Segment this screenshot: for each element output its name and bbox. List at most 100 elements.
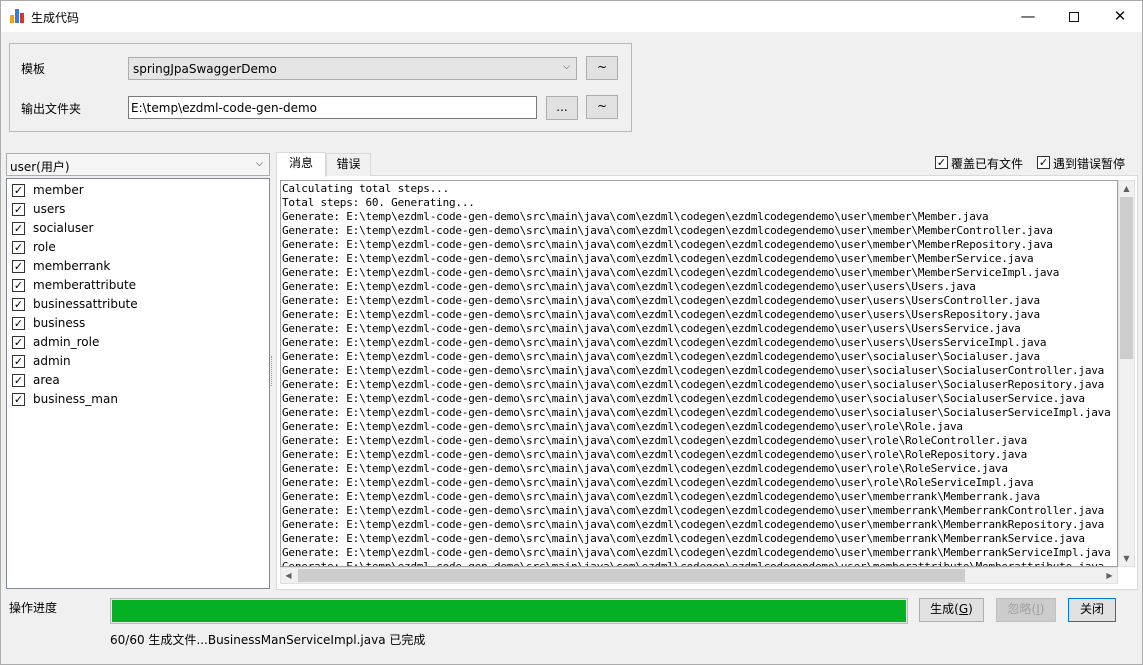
- title-bar: 生成代码 — ✕: [1, 1, 1142, 32]
- log-line: Generate: E:\temp\ezdml-code-gen-demo\sr…: [282, 504, 1105, 517]
- entity-label: admin: [33, 354, 71, 368]
- log-line: Generate: E:\temp\ezdml-code-gen-demo\sr…: [282, 448, 1028, 461]
- model-select-value: user(用户): [10, 160, 70, 174]
- checkbox-icon[interactable]: ✓: [12, 241, 25, 254]
- log-line: Generate: E:\temp\ezdml-code-gen-demo\sr…: [282, 462, 1008, 475]
- log-line: Generate: E:\temp\ezdml-code-gen-demo\sr…: [282, 420, 963, 433]
- template-select-value: springJpaSwaggerDemo: [133, 62, 277, 76]
- output-folder-input[interactable]: E:\temp\ezdml-code-gen-demo: [128, 96, 537, 119]
- checkbox-icon[interactable]: ✓: [12, 298, 25, 311]
- generate-label: 生成: [930, 602, 955, 616]
- message-log[interactable]: Calculating total steps... Total steps: 6…: [280, 180, 1118, 567]
- checkbox-icon: ✓: [1037, 156, 1050, 169]
- scroll-up-icon[interactable]: ▲: [1119, 181, 1134, 196]
- entity-label: role: [33, 240, 56, 254]
- browse-folder-button[interactable]: ...: [546, 96, 578, 120]
- entity-label: area: [33, 373, 60, 387]
- log-line: Generate: E:\temp\ezdml-code-gen-demo\sr…: [282, 322, 1021, 335]
- log-line: Generate: E:\temp\ezdml-code-gen-demo\sr…: [282, 392, 1085, 405]
- app-icon: [10, 9, 24, 23]
- maximize-button[interactable]: [1051, 1, 1097, 32]
- log-line: Generate: E:\temp\ezdml-code-gen-demo\sr…: [282, 476, 1034, 489]
- log-line: Generate: E:\temp\ezdml-code-gen-demo\sr…: [282, 210, 989, 223]
- checkbox-icon[interactable]: ✓: [12, 222, 25, 235]
- overwrite-label: 覆盖已有文件: [951, 157, 1024, 171]
- log-line: Generate: E:\temp\ezdml-code-gen-demo\sr…: [282, 294, 1040, 307]
- entity-label: business: [33, 316, 86, 330]
- log-line: Generate: E:\temp\ezdml-code-gen-demo\sr…: [282, 378, 1105, 391]
- log-line: Generate: E:\temp\ezdml-code-gen-demo\sr…: [282, 224, 1053, 237]
- window-title: 生成代码: [31, 11, 80, 25]
- progress-status: 60/60 生成文件...BusinessManServiceImpl.java…: [110, 633, 426, 647]
- close-window-button[interactable]: ✕: [1097, 1, 1142, 32]
- entity-label: member: [33, 183, 84, 197]
- entity-label: businessattribute: [33, 297, 138, 311]
- panel-splitter[interactable]: [271, 356, 274, 386]
- close-button[interactable]: 关闭: [1068, 598, 1116, 622]
- maximize-icon: [1069, 11, 1079, 22]
- entity-label: users: [33, 202, 66, 216]
- entity-label: memberrank: [33, 259, 111, 273]
- output-menu-button[interactable]: ~: [586, 95, 618, 119]
- log-line: Generate: E:\temp\ezdml-code-gen-demo\sr…: [282, 252, 1034, 265]
- log-line: Generate: E:\temp\ezdml-code-gen-demo\sr…: [282, 490, 1040, 503]
- scroll-right-icon[interactable]: ▶: [1102, 568, 1117, 583]
- entity-panel: user(用户) ⌵ ✓ member ✓ users ✓ socialuser ✓ role…: [6, 153, 270, 589]
- scroll-down-icon[interactable]: ▼: [1119, 551, 1134, 566]
- progress-label: 操作进度: [9, 601, 58, 615]
- close-icon: ✕: [1113, 7, 1127, 25]
- checkbox-icon[interactable]: ✓: [12, 317, 25, 330]
- template-menu-button[interactable]: ~: [586, 56, 618, 80]
- template-label: 模板: [21, 62, 46, 76]
- progress-bar: [110, 598, 908, 624]
- log-line: Generate: E:\temp\ezdml-code-gen-demo\sr…: [282, 280, 976, 293]
- tab-errors[interactable]: 错误: [326, 153, 371, 176]
- ignore-button[interactable]: 忽略(I): [996, 598, 1056, 622]
- ignore-label: 忽略: [1007, 602, 1032, 616]
- pause-on-error-label: 遇到错误暂停: [1053, 157, 1126, 171]
- generate-shortcut: G: [958, 602, 969, 616]
- minimize-icon: —: [1020, 7, 1036, 25]
- checkbox-icon[interactable]: ✓: [12, 393, 25, 406]
- scroll-left-icon[interactable]: ◀: [281, 568, 296, 583]
- entity-label: admin_role: [33, 335, 100, 349]
- entity-label: business_man: [33, 392, 118, 406]
- tab-messages[interactable]: 消息: [276, 152, 326, 177]
- vertical-scroll-thumb[interactable]: [1120, 197, 1133, 359]
- progress-fill: [112, 600, 906, 622]
- log-horizontal-scrollbar[interactable]: ◀ ▶: [280, 567, 1118, 584]
- chevron-down-icon: ⌵: [563, 62, 570, 72]
- log-line: Generate: E:\temp\ezdml-code-gen-demo\sr…: [282, 238, 1053, 251]
- horizontal-scroll-thumb[interactable]: [298, 569, 965, 582]
- log-line: Generate: E:\temp\ezdml-code-gen-demo\sr…: [282, 406, 1111, 419]
- log-line: Generate: E:\temp\ezdml-code-gen-demo\sr…: [282, 336, 1047, 349]
- template-select[interactable]: springJpaSwaggerDemo ⌵: [128, 57, 577, 80]
- log-vertical-scrollbar[interactable]: ▲ ▼: [1118, 180, 1135, 567]
- entity-checklist: ✓ member ✓ users ✓ socialuser ✓ role ✓ memberrank…: [6, 178, 270, 589]
- chevron-down-icon: ⌵: [256, 159, 263, 169]
- log-line: Generate: E:\temp\ezdml-code-gen-demo\sr…: [282, 364, 1105, 377]
- model-select[interactable]: user(用户) ⌵: [6, 153, 270, 176]
- log-line: Generate: E:\temp\ezdml-code-gen-demo\sr…: [282, 266, 1060, 279]
- output-folder-label: 输出文件夹: [21, 102, 82, 116]
- entity-label: socialuser: [33, 221, 94, 235]
- log-line: Generate: E:\temp\ezdml-code-gen-demo\sr…: [282, 546, 1111, 559]
- checkbox-icon[interactable]: ✓: [12, 279, 25, 292]
- log-line: Generate: E:\temp\ezdml-code-gen-demo\sr…: [282, 434, 1028, 447]
- checkbox-icon[interactable]: ✓: [12, 184, 25, 197]
- checkbox-icon[interactable]: ✓: [12, 260, 25, 273]
- output-folder-value: E:\temp\ezdml-code-gen-demo: [131, 101, 317, 115]
- ignore-shortcut: I: [1036, 602, 1040, 616]
- checkbox-icon[interactable]: ✓: [12, 336, 25, 349]
- checkbox-icon[interactable]: ✓: [12, 374, 25, 387]
- minimize-button[interactable]: —: [1005, 1, 1051, 32]
- log-line: Total steps: 60. Generating...: [282, 196, 475, 209]
- log-line: Generate: E:\temp\ezdml-code-gen-demo\sr…: [282, 560, 1116, 566]
- entity-label: memberattribute: [33, 278, 137, 292]
- log-text: Calculating total steps... Total steps: 6…: [282, 182, 1116, 566]
- log-line: Generate: E:\temp\ezdml-code-gen-demo\sr…: [282, 308, 1040, 321]
- log-line: Generate: E:\temp\ezdml-code-gen-demo\sr…: [282, 350, 1040, 363]
- checkbox-icon[interactable]: ✓: [12, 203, 25, 216]
- checkbox-icon[interactable]: ✓: [12, 355, 25, 368]
- generate-button[interactable]: 生成(G): [919, 598, 984, 622]
